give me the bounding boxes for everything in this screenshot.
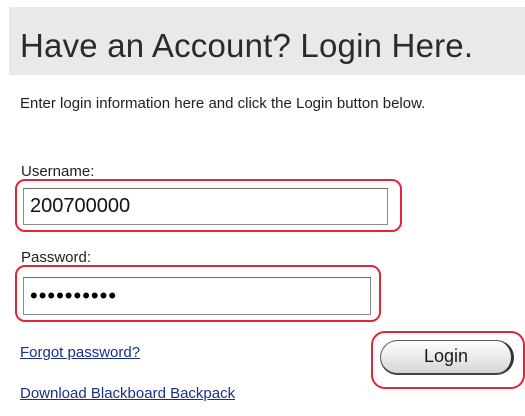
login-instructions: Enter login information here and click t… [20,95,426,112]
page-title: Have an Account? Login Here. [20,27,474,64]
forgot-password-link[interactable]: Forgot password? [20,344,140,362]
username-field[interactable] [23,188,388,225]
download-backpack-link[interactable]: Download Blackboard Backpack [20,385,235,403]
password-field[interactable] [23,277,371,315]
login-panel: Have an Account? Login Here. Enter login… [0,0,525,416]
login-button[interactable]: Login [380,340,514,375]
